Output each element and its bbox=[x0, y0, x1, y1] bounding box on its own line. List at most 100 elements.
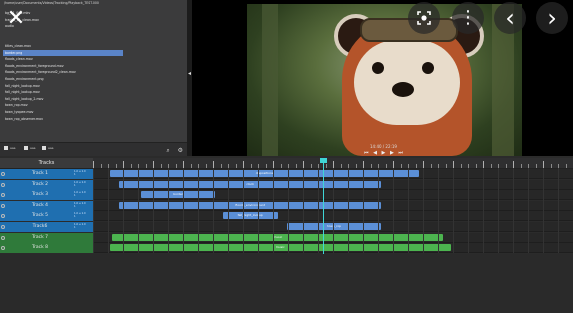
filter-label: aaa bbox=[30, 146, 36, 150]
file-list-item[interactable]: town_rop_observer.mov bbox=[3, 116, 123, 123]
visibility-icon[interactable] bbox=[1, 203, 5, 208]
track-header[interactable]: Track 8 bbox=[0, 243, 93, 254]
more-icon[interactable]: ⋮ bbox=[452, 2, 484, 34]
file-list-item[interactable]: titles_clean.mov bbox=[3, 43, 123, 50]
filter-checkbox[interactable] bbox=[42, 146, 46, 150]
visibility-icon[interactable] bbox=[1, 182, 5, 187]
ruler-tick bbox=[565, 164, 567, 168]
playhead-handle[interactable] bbox=[320, 158, 328, 163]
grid-line bbox=[528, 168, 529, 253]
file-list-item[interactable]: fall_night_lookup_2.mov bbox=[3, 96, 123, 103]
ruler-tick bbox=[213, 161, 214, 168]
track-header[interactable]: Track 7 bbox=[0, 232, 93, 243]
filter-checkbox[interactable] bbox=[4, 146, 8, 150]
ruler-tick bbox=[153, 161, 154, 168]
chevron-left-icon[interactable]: ‹ bbox=[494, 2, 526, 34]
file-list-item[interactable]: town_tyopee.mov bbox=[3, 109, 123, 116]
character-eye bbox=[422, 62, 434, 74]
next-glyph: › bbox=[547, 4, 557, 32]
track-header[interactable]: Track 4 1.0 ↔ 1.0 1 bbox=[0, 200, 93, 211]
file-list-item[interactable]: floods_environment_foreground.mov bbox=[3, 63, 123, 70]
visibility-icon[interactable] bbox=[1, 235, 5, 240]
ruler-tick bbox=[190, 164, 192, 168]
lens-icon-svg bbox=[417, 11, 431, 25]
character-nose bbox=[392, 82, 414, 97]
ruler-tick bbox=[393, 161, 394, 168]
visibility-icon[interactable] bbox=[1, 214, 5, 219]
grid-line bbox=[243, 168, 244, 253]
file-list-item[interactable]: fall_night_lookup.mov bbox=[3, 89, 123, 96]
ruler-tick bbox=[400, 164, 402, 168]
visibility-icon[interactable] bbox=[1, 193, 5, 198]
track-header[interactable]: Track6 1.0 ↔ 1.0 1 bbox=[0, 222, 93, 232]
ruler-tick bbox=[415, 164, 417, 168]
track-header[interactable]: Track 5 1.0 ↔ 1.0 1 bbox=[0, 211, 93, 222]
filter-checkbox[interactable] bbox=[24, 146, 28, 150]
file-list-item[interactable]: floods_clean.mov bbox=[3, 56, 123, 63]
ruler-tick bbox=[273, 161, 274, 168]
grid-line bbox=[183, 168, 184, 253]
ruler-tick bbox=[483, 161, 484, 168]
grid-line bbox=[138, 168, 139, 253]
ruler-tick bbox=[160, 164, 162, 168]
visibility-icon[interactable] bbox=[1, 246, 5, 251]
file-list-item[interactable] bbox=[3, 36, 123, 43]
grid-line bbox=[108, 168, 109, 253]
grid-line bbox=[543, 168, 544, 253]
ruler-tick bbox=[430, 164, 432, 168]
ruler-tick bbox=[145, 164, 147, 168]
grid-line bbox=[288, 168, 289, 253]
track-header[interactable]: Track 1 1.0 ↔ 1.0 1 bbox=[0, 169, 93, 179]
grid-line bbox=[93, 168, 94, 253]
grid-line bbox=[153, 168, 154, 253]
ruler-tick bbox=[183, 161, 184, 168]
grid-line bbox=[333, 168, 334, 253]
transport-controls[interactable]: ⏮ ◀ ▶ ▶ ⏭ bbox=[364, 150, 404, 156]
grid-line bbox=[408, 168, 409, 253]
close-icon[interactable]: ✕ bbox=[0, 0, 32, 36]
timeline-clip[interactable]: clock bbox=[119, 180, 381, 188]
ruler-tick bbox=[325, 164, 327, 168]
background-tree bbox=[262, 4, 278, 156]
ruler-tick bbox=[310, 164, 312, 168]
timeline-clip[interactable]: fall_night_lookup bbox=[222, 212, 278, 220]
search-icon[interactable]: ⌕ bbox=[166, 147, 169, 154]
ruler-tick bbox=[220, 164, 222, 168]
grid-line bbox=[168, 168, 169, 253]
gear-icon[interactable]: ⚙ bbox=[178, 147, 183, 154]
timeline-empty-area bbox=[0, 254, 573, 313]
file-panel-footer: aaa aaa aaa ⌕ ⚙ bbox=[0, 142, 187, 156]
chevron-right-icon[interactable]: › bbox=[536, 2, 568, 34]
track-name: Track 8 bbox=[31, 245, 49, 251]
track-header[interactable]: Track 3 1.0 ↔ 1.0 1 bbox=[0, 190, 93, 201]
ruler-tick bbox=[235, 164, 237, 168]
grid-line bbox=[273, 168, 274, 253]
playhead[interactable] bbox=[323, 158, 325, 254]
track-name: Track 2 bbox=[31, 181, 49, 187]
timeline-clip[interactable]: town_rop bbox=[287, 223, 381, 230]
ruler-tick bbox=[250, 164, 252, 168]
timeline-clip[interactable]: dispositions bbox=[109, 170, 420, 177]
file-list-item[interactable]: border.png bbox=[3, 49, 123, 57]
more-glyph: ⋮ bbox=[459, 7, 477, 28]
track-meta: 1.0 ↔ 1.0 1 bbox=[74, 223, 86, 229]
ruler-tick bbox=[490, 164, 492, 168]
track-row: Track 2 1.0 ↔ 1.0 1 clock bbox=[0, 179, 573, 190]
file-list-item[interactable]: floods_environment_foreground2_clean.mov bbox=[3, 69, 123, 76]
file-list-item[interactable]: town_rop.mov bbox=[3, 102, 123, 109]
file-list-item[interactable]: floods_environment.png bbox=[3, 76, 123, 83]
file-list-item[interactable]: fall_night_lookup.mov bbox=[3, 83, 123, 90]
track-header[interactable]: Track 2 1.0 ↔ 1.0 1 bbox=[0, 179, 93, 190]
track-meta: 1.0 ↔ 1.0 1 bbox=[74, 191, 86, 198]
track-name: Track 5 bbox=[31, 213, 49, 219]
lens-icon[interactable] bbox=[408, 2, 440, 34]
ruler-tick bbox=[385, 164, 387, 168]
visibility-icon[interactable] bbox=[1, 172, 5, 176]
track-name: Track 1 bbox=[31, 171, 49, 176]
ruler-tick bbox=[265, 164, 267, 168]
grid-line bbox=[363, 168, 364, 253]
timeline-clip[interactable]: floods_environment bbox=[119, 201, 381, 209]
visibility-icon[interactable] bbox=[1, 225, 5, 229]
timeline-clip[interactable]: music bbox=[109, 244, 451, 252]
track-name: Track 4 bbox=[31, 202, 49, 208]
